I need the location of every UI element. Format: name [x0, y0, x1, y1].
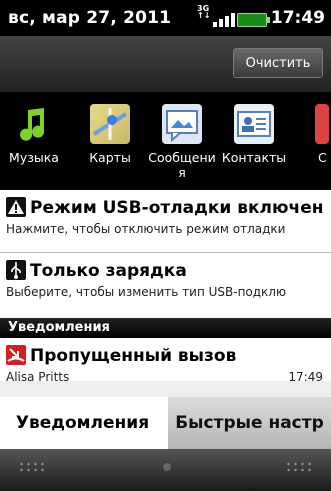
app-label: Сообщени я	[148, 150, 216, 180]
handle-dot-icon	[163, 463, 171, 471]
notification-missed-call[interactable]: Пропущенный вызов Alisa Pritts 17:49	[0, 338, 331, 381]
messages-icon	[162, 104, 202, 144]
app-partial[interactable]: С	[290, 104, 331, 165]
music-note-icon	[14, 104, 54, 144]
grip-icon	[285, 461, 313, 473]
app-contacts[interactable]: Контакты	[218, 104, 290, 165]
notification-charging[interactable]: Только зарядка Выберите, чтобы изменить …	[0, 253, 331, 318]
notification-title: Только зарядка	[30, 261, 187, 281]
notification-subtitle: Выберите, чтобы изменить тип USB-подклю	[6, 285, 287, 299]
status-date: вс, мар 27, 2011	[8, 8, 172, 28]
status-time: 17:49	[270, 8, 325, 28]
notification-title: Пропущенный вызов	[30, 346, 237, 366]
app-label: Музыка	[9, 150, 59, 165]
grip-icon	[18, 461, 46, 473]
usb-icon	[6, 260, 26, 280]
divider	[0, 381, 331, 397]
app-messages[interactable]: Сообщени я	[144, 104, 220, 180]
app-label: С	[318, 150, 327, 165]
app-label: Контакты	[221, 150, 287, 165]
warning-icon	[6, 197, 26, 217]
notification-usb-debug[interactable]: Режим USB-отладки включен Нажмите, чтобы…	[0, 190, 331, 252]
notification-title: Режим USB-отладки включен	[30, 198, 324, 218]
caller-name: Alisa Pritts	[6, 370, 70, 381]
tab-quick-settings[interactable]: Быстрые настр	[168, 397, 331, 449]
status-bar: вс, мар 27, 2011 3G ↑↓ 17:49	[0, 0, 331, 36]
drawer-handle[interactable]	[0, 449, 331, 491]
battery-icon	[237, 13, 270, 27]
tab-bar: Уведомления Быстрые настр	[0, 397, 331, 457]
tab-notifications[interactable]: Уведомления	[0, 397, 165, 449]
notification-subtitle: Нажмите, чтобы отключить режим отладки	[6, 222, 286, 236]
partial-app-icon	[315, 104, 329, 144]
section-header: Уведомления	[0, 318, 331, 338]
app-music[interactable]: Музыка	[0, 104, 70, 165]
maps-icon	[90, 104, 130, 144]
app-label: Карты	[89, 150, 131, 165]
signal-icon	[213, 11, 235, 27]
clear-button[interactable]: Очистить	[233, 48, 323, 78]
app-maps[interactable]: Карты	[74, 104, 146, 165]
contacts-icon	[234, 104, 274, 144]
missed-call-icon	[6, 345, 26, 365]
call-time: 17:49	[288, 370, 323, 381]
network-type-icon: 3G ↑↓	[197, 4, 211, 20]
